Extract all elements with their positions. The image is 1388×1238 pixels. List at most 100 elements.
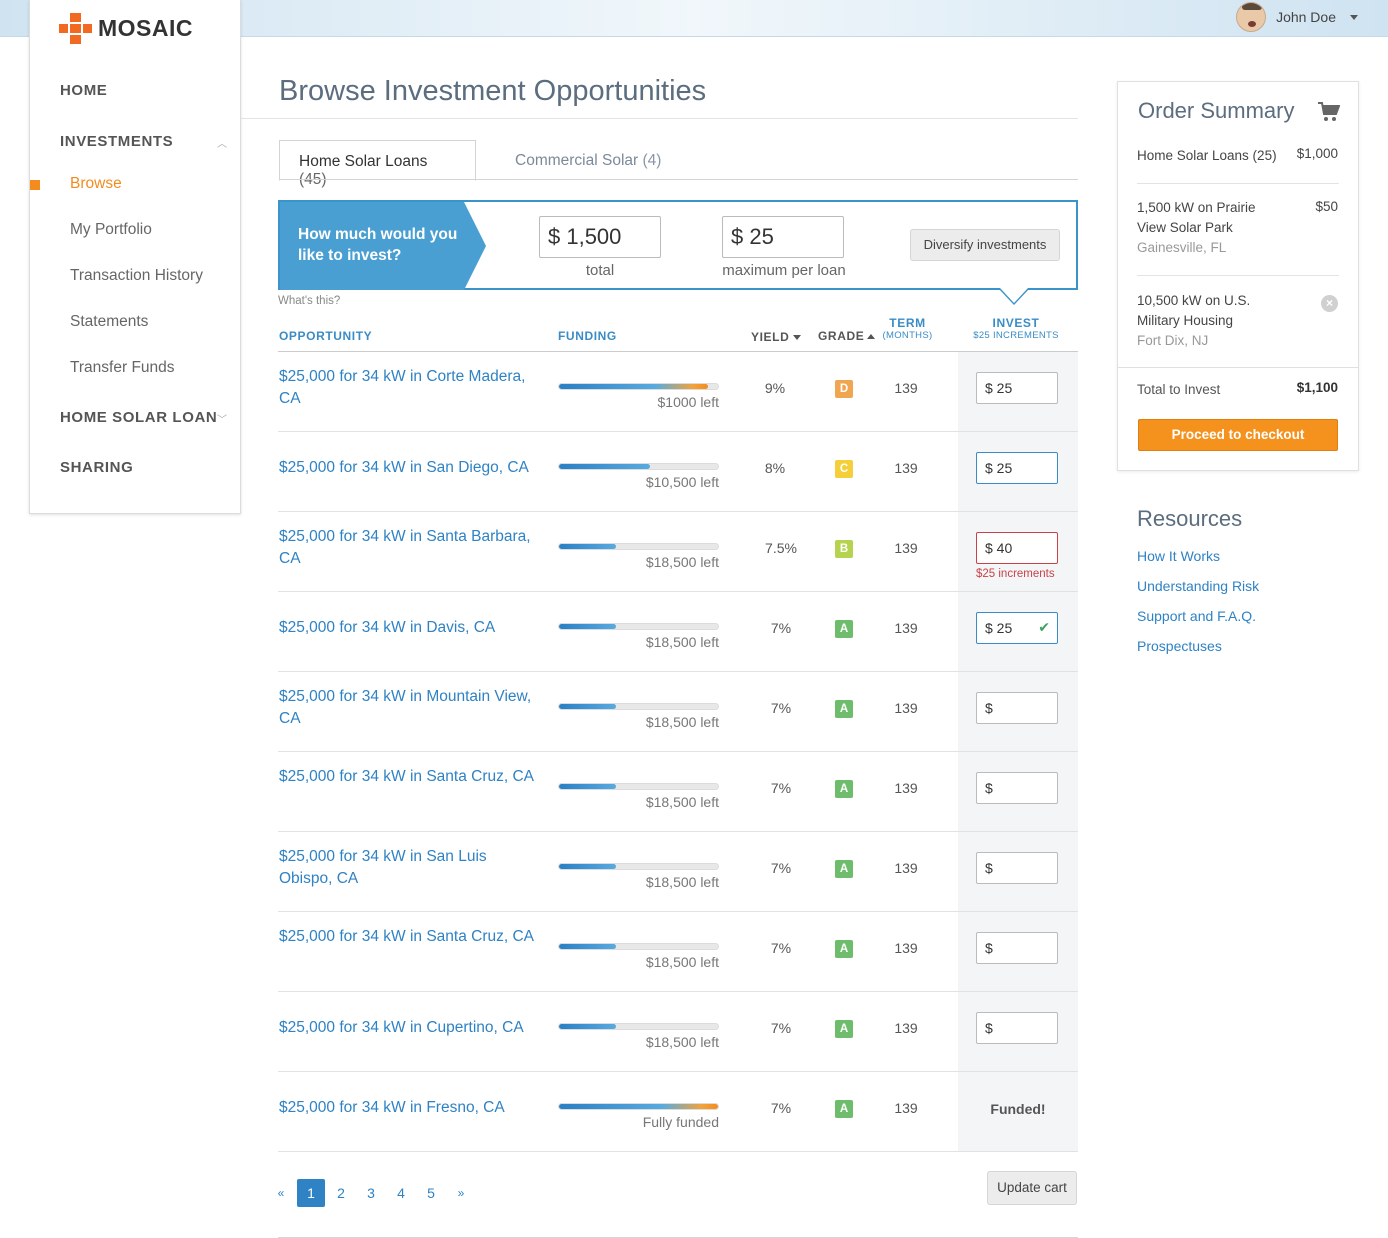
pagination-next[interactable]: »: [447, 1179, 475, 1207]
invest-amount-value: $ 25: [985, 460, 1013, 476]
invest-amount-input[interactable]: $ 25: [976, 372, 1058, 404]
opportunity-link[interactable]: $25,000 for 34 kW in Corte Madera, CA: [279, 366, 544, 410]
term-value: 139: [894, 1020, 918, 1036]
invest-amount-value: $ 40: [985, 540, 1013, 556]
page-1[interactable]: 1: [297, 1179, 325, 1207]
yield-value: 7%: [770, 940, 792, 956]
invest-amount-input[interactable]: $: [976, 692, 1058, 724]
opportunity-link[interactable]: $25,000 for 34 kW in San Luis Obispo, CA: [279, 846, 544, 890]
header-funding[interactable]: FUNDING: [558, 329, 617, 343]
table-row: $25,000 for 34 kW in Corte Madera, CA $10…: [278, 352, 1078, 432]
table-row: $25,000 for 34 kW in Cupertino, CA $18,50…: [278, 992, 1078, 1072]
invest-amount-input[interactable]: $: [976, 852, 1058, 884]
opportunity-link[interactable]: $25,000 for 34 kW in Cupertino, CA: [279, 1017, 544, 1039]
opportunity-link[interactable]: $25,000 for 34 kW in Santa Barbara, CA: [279, 526, 544, 570]
opportunity-link[interactable]: $25,000 for 34 kW in Mountain View, CA: [279, 686, 544, 730]
page-3[interactable]: 3: [357, 1179, 385, 1207]
invest-amount-input[interactable]: $: [976, 772, 1058, 804]
nav-transfer-funds[interactable]: Transfer Funds: [70, 359, 175, 377]
remove-item-icon[interactable]: ×: [1321, 295, 1338, 312]
page-2[interactable]: 2: [327, 1179, 355, 1207]
chevron-up-icon[interactable]: ︿: [217, 135, 227, 150]
proceed-to-checkout-button[interactable]: Proceed to checkout: [1138, 419, 1338, 451]
nav-sharing[interactable]: SHARING: [60, 459, 133, 476]
max-per-loan-input[interactable]: $ 25: [722, 216, 844, 258]
table-row: $25,000 for 34 kW in Santa Cruz, CA $18,5…: [278, 912, 1078, 992]
resources-title: Resources: [1137, 506, 1243, 531]
invest-amount-value: $: [985, 940, 993, 956]
nav-investments[interactable]: INVESTMENTS: [60, 133, 173, 150]
funding-progress-bar: [558, 783, 719, 790]
header-opportunity[interactable]: OPPORTUNITY: [279, 329, 372, 343]
diversify-investments-button[interactable]: Diversify investments: [910, 229, 1060, 261]
yield-value: 7%: [770, 700, 792, 716]
header-invest[interactable]: INVEST $25 INCREMENTS: [958, 316, 1074, 341]
whats-this-link[interactable]: What's this?: [278, 295, 340, 307]
avatar: [1236, 2, 1267, 32]
nav-my-portfolio[interactable]: My Portfolio: [70, 221, 152, 239]
max-per-loan-caption: maximum per loan: [722, 262, 846, 279]
update-cart-button[interactable]: Update cart: [987, 1171, 1077, 1205]
table-row: $25,000 for 34 kW in Fresno, CA Fully fun…: [278, 1072, 1078, 1152]
summary-item-location: Fort Dix, NJ: [1137, 333, 1209, 348]
page-4[interactable]: 4: [387, 1179, 415, 1207]
shopping-cart-icon[interactable]: [1318, 102, 1340, 122]
tab-commercial-solar[interactable]: Commercial Solar (4): [496, 140, 680, 181]
funding-remaining: $18,500 left: [645, 1034, 719, 1050]
term-value: 139: [894, 620, 918, 636]
logo[interactable]: MOSAIC: [59, 13, 193, 44]
funding-progress-fill: [559, 1024, 617, 1029]
funding-remaining: $18,500 left: [645, 954, 719, 970]
opportunity-link[interactable]: $25,000 for 34 kW in Santa Cruz, CA: [279, 926, 544, 948]
divider: [241, 118, 1078, 119]
opportunity-link[interactable]: $25,000 for 34 kW in Fresno, CA: [279, 1097, 544, 1119]
grade-badge: D: [835, 380, 853, 398]
opportunity-link[interactable]: $25,000 for 34 kW in Santa Cruz, CA: [279, 766, 544, 788]
invest-amount-input[interactable]: $ 40: [976, 532, 1058, 564]
tab-label: Home Solar Loans: [299, 153, 428, 170]
header-invest-label: INVEST: [992, 316, 1040, 330]
pagination-prev[interactable]: «: [267, 1179, 295, 1207]
chevron-down-icon[interactable]: ﹀: [217, 411, 227, 426]
funding-progress-bar: [558, 623, 719, 630]
table-row: $25,000 for 34 kW in San Luis Obispo, CA…: [278, 832, 1078, 912]
term-value: 139: [894, 540, 918, 556]
nav-browse[interactable]: Browse: [70, 175, 122, 193]
user-menu[interactable]: John Doe: [1236, 2, 1358, 32]
header-grade[interactable]: GRADE: [818, 329, 876, 343]
resource-link-support-faq[interactable]: Support and F.A.Q.: [1137, 608, 1256, 624]
invest-prompt: How much would you like to invest?: [280, 202, 486, 290]
nav-home-solar-loan[interactable]: HOME SOLAR LOAN: [60, 409, 217, 426]
tab-home-solar-loans[interactable]: Home Solar Loans (45): [279, 140, 476, 188]
brand-name: MOSAIC: [98, 15, 193, 41]
page-5[interactable]: 5: [417, 1179, 445, 1207]
resource-link-understanding-risk[interactable]: Understanding Risk: [1137, 578, 1259, 594]
header-yield[interactable]: YIELD: [751, 330, 802, 344]
invest-amount-input[interactable]: $ 25: [976, 452, 1058, 484]
page-title: Browse Investment Opportunities: [279, 75, 707, 107]
opportunity-link[interactable]: $25,000 for 34 kW in San Diego, CA: [279, 457, 544, 479]
invest-amount-input[interactable]: $ 25 ✔: [976, 612, 1058, 644]
header-yield-label: YIELD: [751, 330, 790, 344]
opportunity-link[interactable]: $25,000 for 34 kW in Davis, CA: [279, 617, 544, 639]
funding-progress-fill: [559, 864, 617, 869]
nav-home[interactable]: HOME: [60, 82, 107, 99]
table-row: $25,000 for 34 kW in Santa Cruz, CA $18,5…: [278, 752, 1078, 832]
tab-count: (4): [642, 152, 662, 169]
resource-link-how-it-works[interactable]: How It Works: [1137, 548, 1220, 564]
total-amount-input[interactable]: $ 1,500: [539, 216, 661, 258]
table-row: $25,000 for 34 kW in Mountain View, CA $1…: [278, 672, 1078, 752]
yield-value: 7.5%: [765, 540, 797, 556]
grade-badge: A: [835, 700, 853, 718]
sort-down-icon: [793, 335, 802, 341]
nav-transaction-history[interactable]: Transaction History: [70, 267, 203, 285]
invest-amount-input[interactable]: $: [976, 1012, 1058, 1044]
resource-link-prospectuses[interactable]: Prospectuses: [1137, 638, 1222, 654]
header-term[interactable]: TERM (MONTHS): [880, 316, 935, 341]
funding-remaining: $18,500 left: [645, 554, 719, 570]
term-value: 139: [894, 460, 918, 476]
invest-amount-input[interactable]: $: [976, 932, 1058, 964]
funding-remaining: $1000 left: [657, 394, 720, 410]
funding-progress-fill: [559, 464, 650, 469]
nav-statements[interactable]: Statements: [70, 313, 148, 331]
